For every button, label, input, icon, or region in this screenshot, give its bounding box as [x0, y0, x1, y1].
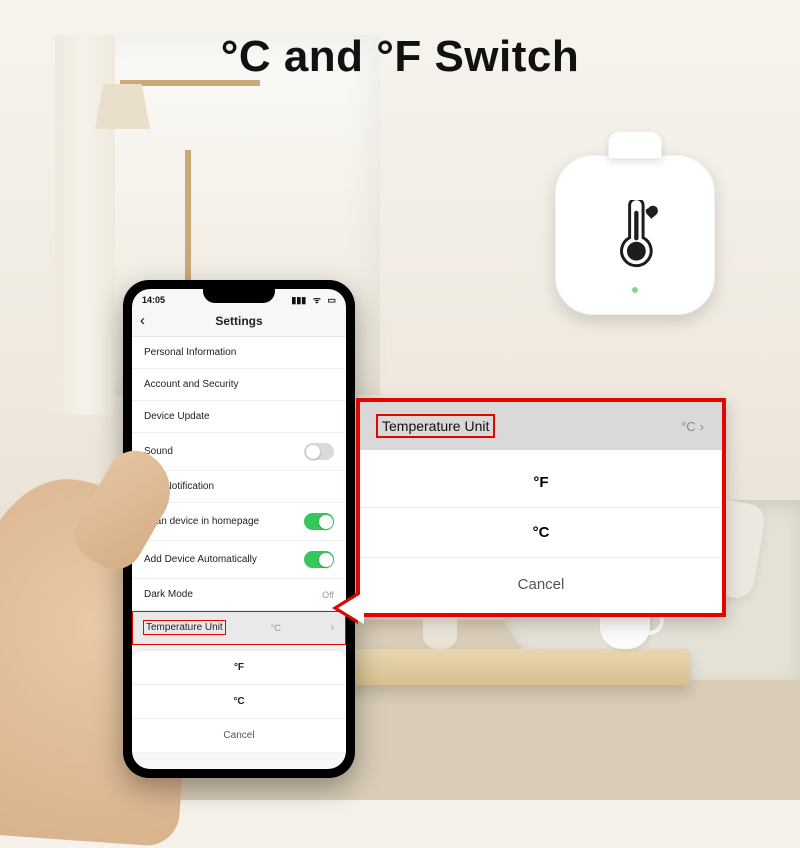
battery-icon: ▭ — [327, 295, 336, 305]
settings-row-label: Account and Security — [144, 379, 239, 390]
toggle-switch[interactable] — [304, 513, 334, 530]
status-led — [632, 287, 638, 293]
callout-tail-fill — [338, 592, 364, 624]
settings-row-value: °C — [271, 623, 281, 633]
callout-option-f[interactable]: °F — [360, 458, 722, 508]
settings-row[interactable]: Personal Information — [132, 337, 346, 369]
marketing-headline: °C and °F Switch — [0, 32, 800, 82]
settings-row[interactable]: Dark ModeOff — [132, 579, 346, 611]
settings-row[interactable]: Sound — [132, 433, 346, 471]
sheet-option-c[interactable]: °C — [132, 685, 346, 719]
settings-navbar: ‹ Settings — [132, 308, 346, 337]
callout-header-row[interactable]: Temperature Unit °C › — [360, 402, 722, 450]
phone-frame: 14:05 ▮▮▮ ᯤ ▭ ‹ Settings Personal Inform… — [123, 280, 355, 778]
thermometer-icon — [607, 200, 663, 270]
settings-row[interactable]: Temperature Unit°C› — [132, 611, 346, 645]
settings-row-label: Scan device in homepage — [144, 516, 259, 527]
settings-row-label: Personal Information — [144, 347, 236, 358]
phone-screen: 14:05 ▮▮▮ ᯤ ▭ ‹ Settings Personal Inform… — [132, 289, 346, 769]
settings-row-label: Device Update — [144, 411, 210, 422]
callout-bubble: Temperature Unit °C › °F °C Cancel — [356, 398, 726, 617]
callout-header-label: Temperature Unit — [382, 418, 489, 434]
settings-row[interactable]: Account and Security — [132, 369, 346, 401]
notch — [203, 289, 275, 303]
wifi-icon: ᯤ — [313, 295, 321, 305]
unit-action-sheet: °F °C Cancel — [132, 651, 346, 752]
callout-header-value: °C — [681, 419, 696, 434]
sheet-cancel[interactable]: Cancel — [132, 719, 346, 752]
settings-row[interactable]: Device Update — [132, 401, 346, 433]
temperature-sensor-device — [555, 155, 715, 315]
status-time: 14:05 — [142, 295, 165, 305]
callout-cancel[interactable]: Cancel — [360, 558, 722, 613]
chevron-right-icon: › — [700, 419, 704, 434]
signal-icon: ▮▮▮ — [291, 295, 306, 305]
toggle-switch[interactable] — [304, 443, 334, 460]
navbar-title: Settings — [215, 314, 262, 328]
settings-row[interactable]: Add Device Automatically — [132, 541, 346, 579]
settings-row-label: Dark Mode — [144, 589, 193, 600]
sheet-option-f[interactable]: °F — [132, 651, 346, 685]
callout-option-c[interactable]: °C — [360, 508, 722, 558]
back-button[interactable]: ‹ — [140, 312, 145, 329]
toggle-switch[interactable] — [304, 551, 334, 568]
settings-row-label: Add Device Automatically — [144, 554, 257, 565]
lamp-shade — [95, 84, 150, 129]
settings-row-label: Temperature Unit — [146, 622, 223, 633]
